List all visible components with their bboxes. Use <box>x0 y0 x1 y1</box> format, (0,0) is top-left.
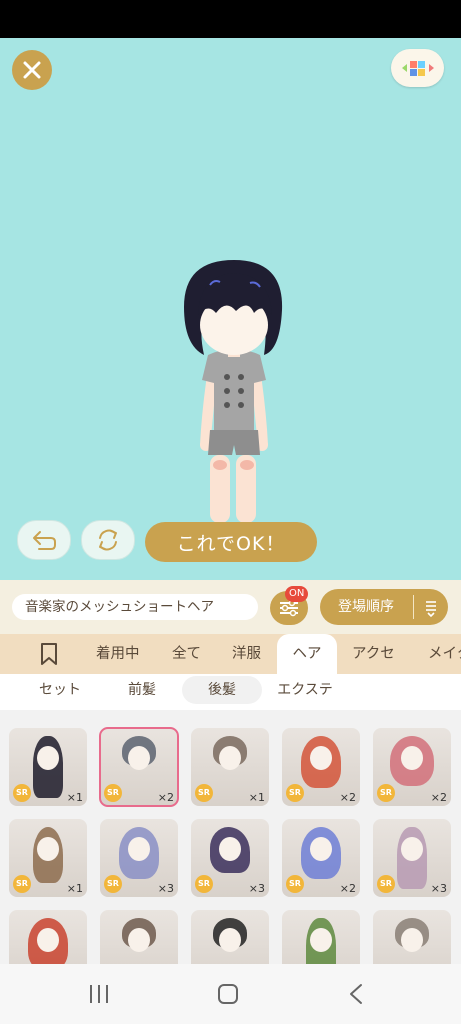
mannequin-face <box>219 928 241 952</box>
item-count: ×2 <box>157 791 174 804</box>
item-count: ×2 <box>430 791 447 804</box>
sort-order-icon[interactable] <box>420 589 442 625</box>
mannequin-face <box>37 746 59 770</box>
close-icon <box>23 61 41 79</box>
hair-item-card[interactable]: SR ×3 <box>373 819 451 897</box>
rarity-badge: SR <box>104 784 122 802</box>
refresh-icon <box>99 529 117 551</box>
mannequin-face <box>310 928 332 952</box>
item-count: ×3 <box>248 882 265 895</box>
rarity-badge: SR <box>13 875 31 893</box>
avatar-preview <box>184 260 283 530</box>
item-count: ×1 <box>66 791 83 804</box>
recent-apps-icon[interactable] <box>88 984 110 1004</box>
undo-icon <box>33 531 56 550</box>
hair-item-card[interactable]: SR ×3 <box>100 819 178 897</box>
item-count: ×1 <box>66 882 83 895</box>
close-button[interactable] <box>12 50 52 90</box>
sort-button[interactable]: 登場順序 <box>320 589 448 625</box>
hair-item-card[interactable]: SR ×1 <box>9 728 87 806</box>
mannequin-face <box>310 746 332 770</box>
rarity-badge: SR <box>377 875 395 893</box>
hair-item-card[interactable]: SR ×3 <box>191 819 269 897</box>
rarity-badge: SR <box>286 875 304 893</box>
item-count: ×2 <box>339 791 356 804</box>
tab-all[interactable]: 全て <box>172 634 201 674</box>
rarity-badge: SR <box>195 784 213 802</box>
mannequin-face <box>219 746 241 770</box>
item-grid: SR ×1 SR ×2 SR ×1 SR ×2 SR ×2 SR ×1 SR ×3 SR ×3 SR ×2 SR ×3 <box>0 710 461 964</box>
tab-makeup[interactable]: メイク <box>428 634 461 674</box>
rarity-badge: SR <box>104 875 122 893</box>
mannequin-face <box>310 837 332 861</box>
mannequin-face <box>401 746 423 770</box>
palette-icon <box>401 61 434 76</box>
item-count: ×2 <box>339 882 356 895</box>
mannequin-face <box>219 837 241 861</box>
mannequin-face <box>37 837 59 861</box>
subtab-front-hair[interactable]: 前髪 <box>112 676 172 704</box>
hair-item-card[interactable]: SR ×2 <box>99 727 179 807</box>
hair-item-card[interactable] <box>373 910 451 964</box>
sort-label: 登場順序 <box>338 599 394 615</box>
rarity-badge: SR <box>195 875 213 893</box>
tab-wearing[interactable]: 着用中 <box>96 634 140 674</box>
hair-item-card[interactable] <box>100 910 178 964</box>
home-icon[interactable] <box>217 983 239 1005</box>
hair-item-card[interactable]: SR ×2 <box>282 819 360 897</box>
rarity-badge: SR <box>286 784 304 802</box>
undo-button[interactable] <box>17 520 71 560</box>
tab-clothes[interactable]: 洋服 <box>232 634 261 674</box>
subtab-set[interactable]: セット <box>22 676 98 704</box>
subtab-extensions[interactable]: エクステ <box>270 676 340 704</box>
hair-item-card[interactable]: SR ×2 <box>373 728 451 806</box>
sort-divider <box>413 595 414 619</box>
rarity-badge: SR <box>13 784 31 802</box>
system-nav-bar <box>0 964 461 1024</box>
category-tab-bar: 着用中 全て 洋服 ヘア アクセ メイク <box>0 634 461 674</box>
mannequin-face <box>128 928 150 952</box>
bookmark-icon[interactable] <box>40 643 58 665</box>
item-count: ×3 <box>157 882 174 895</box>
hair-item-card[interactable]: SR ×2 <box>282 728 360 806</box>
mannequin-face <box>401 837 423 861</box>
hair-item-card[interactable] <box>282 910 360 964</box>
mannequin-face <box>37 928 59 952</box>
tab-accessories[interactable]: アクセ <box>352 634 395 674</box>
hair-item-card[interactable]: SR ×1 <box>9 819 87 897</box>
refresh-button[interactable] <box>81 520 135 560</box>
rarity-badge: SR <box>377 784 395 802</box>
palette-button[interactable] <box>391 49 444 87</box>
item-count: ×3 <box>430 882 447 895</box>
filter-on-badge: ON <box>285 586 309 602</box>
confirm-button[interactable]: これでOK！ <box>145 522 317 562</box>
tab-hair[interactable]: ヘア <box>277 634 337 674</box>
subtab-back-hair[interactable]: 後髪 <box>182 676 262 704</box>
mannequin-face <box>401 928 423 952</box>
hair-item-card[interactable] <box>191 910 269 964</box>
item-count: ×1 <box>248 791 265 804</box>
status-bar <box>0 0 461 38</box>
hair-item-card[interactable] <box>9 910 87 964</box>
item-name-field: 音楽家のメッシュショートヘア <box>12 594 258 620</box>
mannequin-face <box>128 837 150 861</box>
mannequin-face <box>128 746 150 770</box>
back-icon[interactable] <box>348 983 364 1005</box>
hair-item-card[interactable]: SR ×1 <box>191 728 269 806</box>
